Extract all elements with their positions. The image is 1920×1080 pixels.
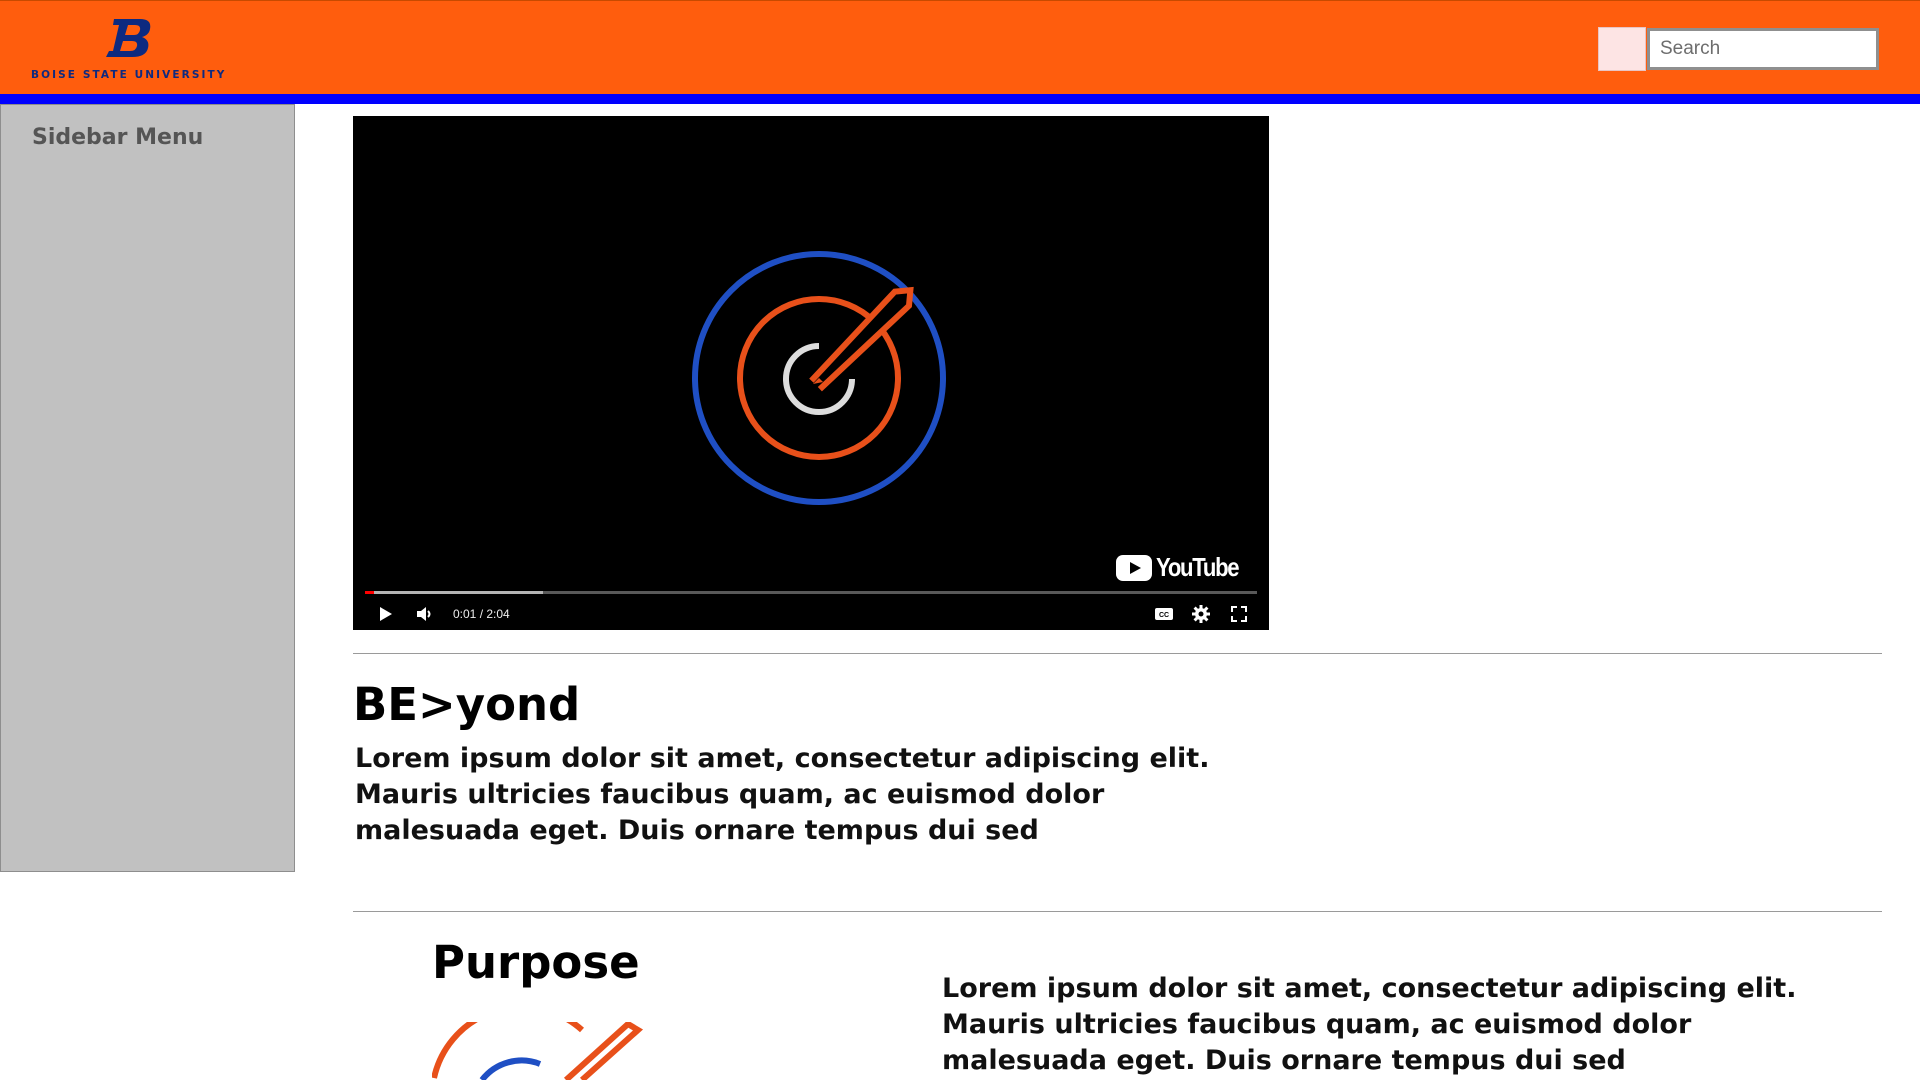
youtube-play-icon [1116,554,1153,581]
svg-text:CC: CC [1159,612,1169,619]
captions-icon[interactable]: CC [1153,604,1175,624]
video-player[interactable]: YouTube 0:01 / 2:04 CC [353,116,1269,630]
search-button[interactable] [1598,27,1646,71]
fullscreen-icon[interactable] [1229,604,1249,624]
search-input[interactable] [1647,28,1879,70]
section-divider [353,911,1882,912]
youtube-logo[interactable]: YouTube [1116,552,1253,583]
purpose-body: Lorem ipsum dolor sit amet, consectetur … [942,973,1797,1076]
video-buffer-fill [365,591,544,594]
video-played-fill [365,591,374,594]
play-icon[interactable] [377,604,395,624]
university-logo[interactable]: BOISE STATE UNIVERSITY [30,17,230,81]
video-time: 0:01 / 2:04 [453,607,510,621]
section-divider [353,653,1882,654]
header-divider [0,94,1920,104]
university-name: BOISE STATE UNIVERSITY [31,69,227,81]
video-progress-bar[interactable] [365,591,1257,594]
volume-icon[interactable] [415,604,435,624]
target-pencil-icon [432,1022,644,1080]
purpose-heading: Purpose [432,936,640,989]
site-header: BOISE STATE UNIVERSITY [0,0,1920,94]
beyond-heading: BE>yond [353,678,581,731]
youtube-wordmark: YouTube [1156,552,1240,582]
target-pencil-icon [692,251,946,505]
b-logo-icon [106,19,151,57]
sidebar-title: Sidebar Menu [32,125,204,150]
video-controls: 0:01 / 2:04 CC [353,600,1269,630]
sidebar: Sidebar Menu [0,104,295,872]
settings-icon[interactable] [1191,604,1211,624]
beyond-body: Lorem ipsum dolor sit amet, consectetur … [355,743,1210,846]
